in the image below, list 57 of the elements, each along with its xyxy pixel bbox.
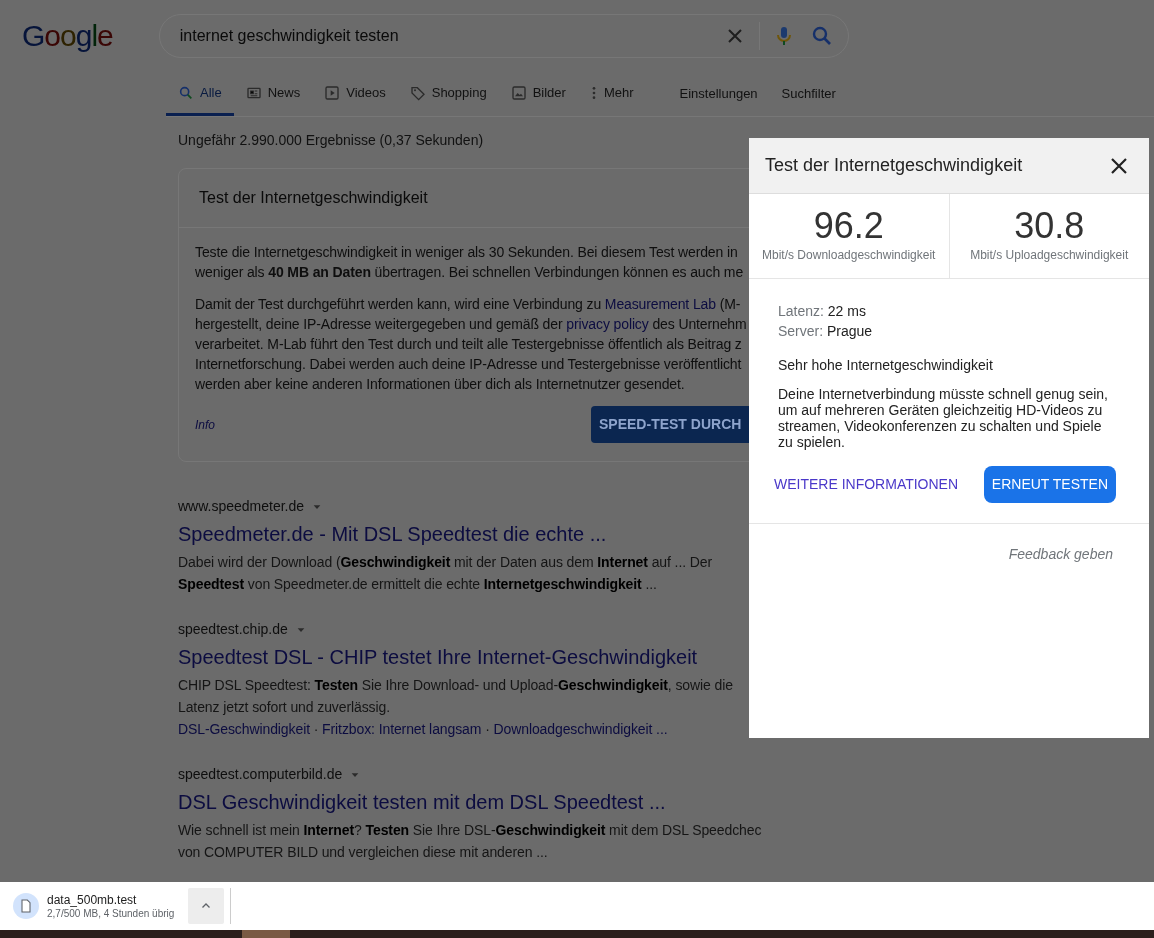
sitelink[interactable]: Downloadgeschwindigkeit ... [493, 721, 668, 737]
image-icon [510, 84, 527, 101]
speed-label: Mbit/s Downloadgeschwindigkeit [761, 247, 937, 264]
info-link[interactable]: Info [195, 415, 215, 434]
play-icon [324, 84, 341, 101]
detail-value: Prague [827, 323, 873, 339]
download-filename[interactable]: data_500mb.test [47, 892, 175, 907]
speed-verdict: Sehr hohe Internetgeschwindigkeit [778, 356, 994, 375]
tool-link[interactable]: Suchfilter [769, 72, 848, 116]
separator: · [312, 721, 320, 737]
text-line: des Unternehm [651, 316, 747, 332]
result-title[interactable]: Speedtest DSL - CHIP testet Ihre Internet-Geschwindigkeit [178, 644, 698, 670]
snippet-line: von COMPUTER BILD und vergleichen diese mit anderen ... [178, 843, 548, 862]
document-icon [18, 898, 34, 914]
result-url: speedtest.computerbild.de [178, 765, 343, 784]
sitelink[interactable]: DSL-Geschwindigkeit [178, 721, 310, 737]
tab[interactable]: Shopping [397, 72, 499, 116]
link[interactable]: Measurement Lab [604, 296, 716, 312]
retest-button[interactable]: ERNEUT TESTEN [983, 466, 1116, 503]
tag-icon [409, 84, 426, 101]
snippet-line: CHIP DSL Speedtest: Testen Sie Ihre Download- und Upload-Geschwindigkeit, sowie die [178, 676, 733, 695]
tab[interactable]: Bilder [498, 72, 578, 116]
logo[interactable]: Google [22, 21, 113, 51]
feedback-link[interactable]: Feedback geben [1008, 546, 1113, 562]
text-line: Internetforschung. Dabei werden auch deine IP-Adresse und Testergebnisse veröffentlicht [195, 356, 742, 372]
text-line: (M- [718, 296, 741, 312]
search-icon [178, 84, 194, 101]
link[interactable]: privacy policy [566, 316, 649, 332]
text-line: Teste die Internetgeschwindigkeit in weniger als 30 Sekunden. Bei diesem Test werden in [195, 244, 738, 260]
text-line: werden aber keine anderen Informationen über dich als Internetnutzer gesendet. [195, 376, 685, 392]
snippet-line: Speedtest von Speedmeter.de ermittelt die echte Internetgeschwindigkeit ... [178, 575, 657, 594]
tab[interactable]: Alle [166, 72, 234, 116]
detail-value: 22 ms [827, 303, 866, 319]
speed-label: Mbit/s Uploadgeschwindigkeit [969, 247, 1130, 264]
result-title[interactable]: DSL Geschwindigkeit testen mit dem DSL Speedtest ... [178, 789, 666, 815]
snippet-line: Latenz jetzt sofort und zuverlässig. [178, 698, 390, 717]
sitelink[interactable]: Fritzbox: Internet langsam [322, 721, 482, 737]
text-line: weniger als 40 MB an Daten übertragen. Bei schnellen Verbindungen können es auch me [195, 264, 744, 280]
tab[interactable]: Videos [312, 72, 398, 116]
result-url: speedtest.chip.de [178, 620, 288, 639]
text-line: verarbeitet. M-Lab führt den Test durch und teilt alle Testergebnisse öffentlich als Beitrag z [195, 336, 742, 352]
separator: · [484, 721, 491, 737]
tab[interactable]: News [233, 72, 313, 116]
tool-link[interactable]: Einstellungen [667, 72, 770, 116]
result-url: www.speedmeter.de [178, 497, 305, 516]
download-status-text: 2,7/500 MB, 4 Stunden übrig [47, 907, 175, 920]
detail-label: Latenz: [778, 303, 824, 319]
more-info-link[interactable]: WEITERE INFORMATIONEN [774, 474, 959, 495]
text-line: hergestellt, deine IP-Adresse weitergegeben und gemäß der [195, 316, 564, 332]
speed-value: 30.8 [1013, 206, 1086, 246]
tab[interactable]: Mehr [577, 72, 646, 116]
result-stats: Ungefähr 2.990.000 Ergebnisse (0,37 Sekunden) [178, 131, 485, 150]
snippet-line: Dabei wird der Download (Geschwindigkeit mit der Daten aus dem Internet auf ... Der [178, 553, 713, 572]
text-line: Damit der Test durchgeführt werden kann, wird eine Verbindung zu [195, 296, 603, 312]
detail-label: Server: [778, 323, 824, 339]
snippet-line: Wie schnell ist mein Internet? Testen Sie Ihre DSL-Geschwindigkeit mit dem DSL Speedchec [178, 821, 762, 840]
result-title[interactable]: Speedmeter.de - Mit DSL Speedtest die echte ... [178, 521, 607, 547]
